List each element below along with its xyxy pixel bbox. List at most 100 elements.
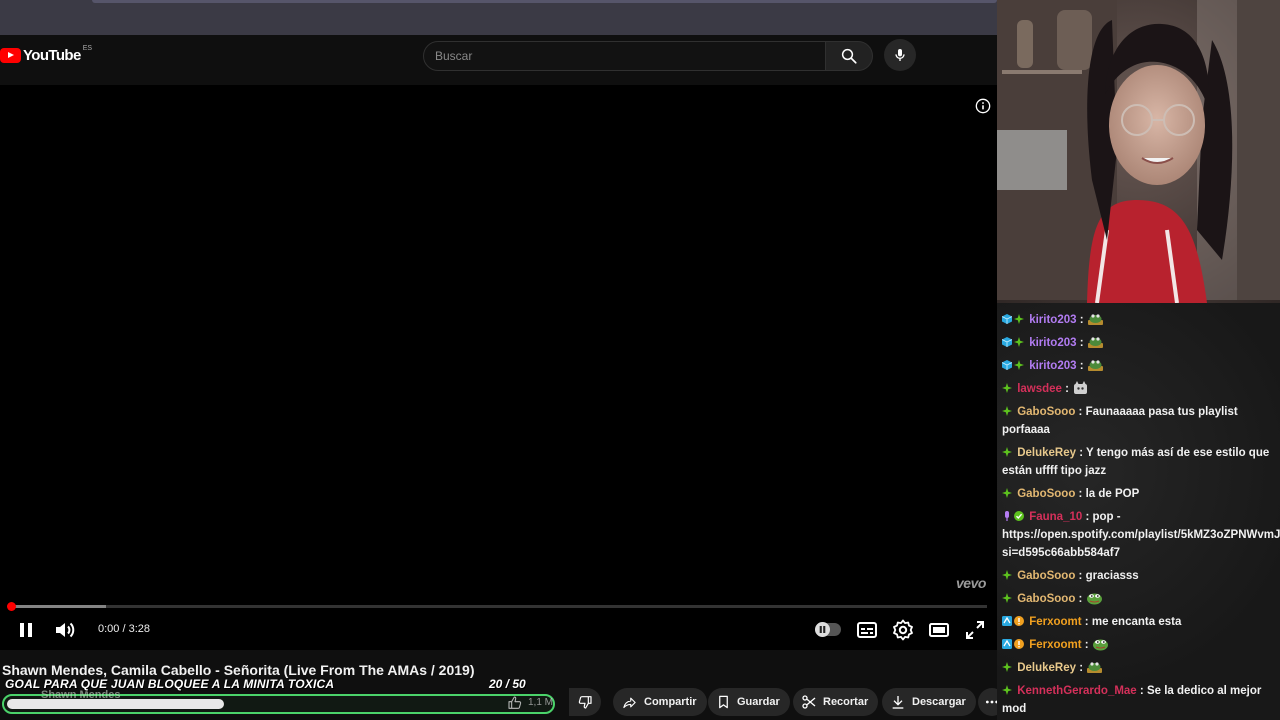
chat-separator: : <box>1082 511 1093 523</box>
progress-buffered <box>10 605 106 608</box>
chat-separator: : <box>1076 314 1087 326</box>
dislike-button[interactable] <box>569 688 601 716</box>
autoplay-toggle[interactable] <box>815 622 841 637</box>
chat-separator: : <box>1075 406 1086 418</box>
share-icon <box>623 697 636 708</box>
chat-username[interactable]: Ferxoomt <box>1029 616 1081 628</box>
chat-separator: : <box>1075 488 1086 500</box>
search-input[interactable]: Buscar <box>423 41 826 71</box>
chat-message: Ferxoomt : me encanta esta <box>997 611 1280 634</box>
chat-message: GaboSooo : <box>997 588 1280 611</box>
chat-username[interactable]: kirito203 <box>1029 314 1076 326</box>
youtube-logo[interactable]: YouTube ES <box>0 45 93 64</box>
chat-username[interactable]: kirito203 <box>1029 360 1076 372</box>
chat-username[interactable]: KennethGerardo_Mae <box>1017 685 1137 697</box>
stream-goal-text: GOAL PARA QUE JUAN BLOQUEE A LA MINITA T… <box>5 677 335 691</box>
pepe-emote-icon <box>1092 639 1108 651</box>
chat-message: GaboSooo : graciasss <box>997 565 1280 588</box>
plus-badge-icon <box>1002 662 1012 672</box>
youtube-header: YouTube ES Buscar <box>0 35 997 85</box>
download-button[interactable]: Descargar <box>882 688 976 716</box>
plus-badge-icon <box>1014 314 1024 324</box>
chat-username[interactable]: DelukeRey <box>1017 662 1076 674</box>
logo-country-code: ES <box>82 45 93 52</box>
chat-message: DelukeRey : Y tengo más así de ese estil… <box>997 442 1280 483</box>
subtitles-icon[interactable] <box>855 618 879 642</box>
fullscreen-icon[interactable] <box>963 618 987 642</box>
prime-badge-icon <box>1002 616 1012 626</box>
time-display: 0:00 / 3:28 <box>98 623 150 635</box>
frog-emote-icon <box>1087 337 1103 348</box>
progress-bar[interactable] <box>7 602 987 611</box>
chat-username[interactable]: GaboSooo <box>1017 406 1075 418</box>
chat-message: DelukeRey : <box>997 657 1280 680</box>
chat-username[interactable]: GaboSooo <box>1017 593 1075 605</box>
chat-message: GaboSooo : Faunaaaaa pasa tus playlist p… <box>997 401 1280 442</box>
video-player[interactable]: vevo 0:00 / 3:28 <box>0 85 997 650</box>
save-label: Guardar <box>737 696 780 708</box>
chat-message: kirito203 : <box>997 355 1280 378</box>
info-icon[interactable] <box>975 98 991 114</box>
stream-goal-count: 20 / 50 <box>489 677 526 691</box>
frog-emote-icon <box>1087 662 1103 673</box>
download-label: Descargar <box>912 696 966 708</box>
chat-separator: : <box>1136 685 1147 697</box>
search-button[interactable] <box>825 41 873 71</box>
chat-text: graciasss <box>1085 570 1139 582</box>
plus-badge-icon <box>1002 570 1012 580</box>
cube-badge-icon <box>1002 360 1012 370</box>
like-icon[interactable] <box>507 695 523 711</box>
plus-badge-icon <box>1002 593 1012 603</box>
chat-message: GaboSooo : la de POP <box>997 483 1280 506</box>
chat-username[interactable]: DelukeRey <box>1017 447 1076 459</box>
chat-separator: : <box>1081 639 1092 651</box>
pepe-emote-icon <box>1086 593 1102 605</box>
plus-badge-icon <box>1014 360 1024 370</box>
chat-message: lawsdee : <box>997 378 1280 401</box>
dislike-icon <box>578 696 592 709</box>
alert-badge-icon <box>1014 616 1024 626</box>
chat-text: me encanta esta <box>1091 616 1182 628</box>
alert-badge-icon <box>1014 639 1024 649</box>
voice-search-button[interactable] <box>884 39 916 71</box>
chat-username[interactable]: GaboSooo <box>1017 488 1075 500</box>
cube-badge-icon <box>1002 314 1012 324</box>
frog-emote-icon <box>1087 314 1103 325</box>
plus-badge-icon <box>1002 488 1012 498</box>
browser-tab-edge <box>92 0 997 3</box>
share-button[interactable]: Compartir <box>613 688 707 716</box>
plus-badge-icon <box>1002 383 1012 393</box>
search-placeholder: Buscar <box>435 49 473 63</box>
settings-gear-icon[interactable] <box>891 618 915 642</box>
save-button[interactable]: Guardar <box>708 688 790 716</box>
pause-icon[interactable] <box>14 618 38 642</box>
chat-username[interactable]: lawsdee <box>1017 383 1062 395</box>
chat-username[interactable]: GaboSooo <box>1017 570 1075 582</box>
scrubber-handle[interactable] <box>7 602 16 611</box>
chat-separator: : <box>1076 447 1087 459</box>
chat-message: kirito203 : <box>997 309 1280 332</box>
chat-separator: : <box>1075 570 1086 582</box>
scissors-icon <box>802 695 816 709</box>
chat-username[interactable]: Fauna_10 <box>1029 511 1082 523</box>
chat-username[interactable]: kirito203 <box>1029 337 1076 349</box>
clip-button[interactable]: Recortar <box>793 688 879 716</box>
chat-separator: : <box>1076 360 1087 372</box>
plus-badge-icon <box>1014 337 1024 347</box>
screen: YouTube ES Buscar vevo 0:00 / 3:28 Shawn… <box>0 0 1280 720</box>
check-badge-icon <box>1014 511 1024 521</box>
volume-icon[interactable] <box>53 618 77 642</box>
cube-badge-icon <box>1002 337 1012 347</box>
chat-username[interactable]: Ferxoomt <box>1029 639 1081 651</box>
download-icon <box>892 696 904 709</box>
logo-text: YouTube <box>23 47 81 64</box>
chat-text: la de POP <box>1085 488 1140 500</box>
like-count: 1,1 M <box>528 697 554 708</box>
chat-panel: kirito203 : kirito203 : kirito203 : laws… <box>997 303 1280 720</box>
chat-message: kirito203 : <box>997 332 1280 355</box>
theater-mode-icon[interactable] <box>927 618 951 642</box>
browser-tab-strip <box>0 0 997 35</box>
chat-separator: : <box>1075 593 1086 605</box>
chat-separator: : <box>1076 662 1087 674</box>
microphone-icon <box>895 49 905 61</box>
